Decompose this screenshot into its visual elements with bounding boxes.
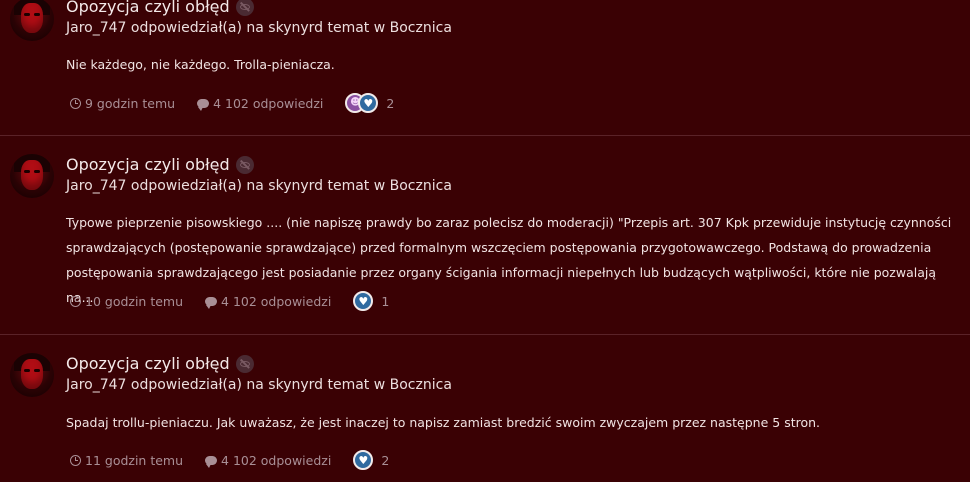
heart-icon: ♥ [353, 450, 374, 470]
comment-icon [197, 98, 210, 111]
reactions[interactable]: ♥ 2 [353, 450, 389, 470]
activity-feed: Opozycja czyli obłęd Jaro_747 odpowiedzi… [0, 0, 970, 482]
activity-item: Opozycja czyli obłęd Jaro_747 odpowiedzi… [0, 135, 970, 335]
post-time[interactable]: 11 godzin temu [70, 453, 183, 468]
reply-count: 4 102 odpowiedzi [205, 294, 331, 309]
topic-title-link[interactable]: Opozycja czyli obłęd [66, 155, 230, 174]
activity-meta: Jaro_747 odpowiedział(a) na skynyrd tema… [66, 20, 452, 36]
heart-icon: ♥ [358, 93, 379, 113]
clock-icon [70, 295, 81, 307]
avatar[interactable] [10, 353, 54, 397]
unread-status-icon [235, 0, 254, 16]
activity-item: Opozycja czyli obłęd Jaro_747 odpowiedzi… [0, 0, 970, 136]
topic-title-link[interactable]: Opozycja czyli obłęd [66, 354, 230, 373]
post-time[interactable]: 9 godzin temu [70, 96, 175, 111]
activity-meta: Jaro_747 odpowiedział(a) na skynyrd tema… [66, 178, 452, 194]
heart-icon: ♥ [353, 291, 374, 311]
reaction-count: 2 [386, 95, 395, 111]
unread-status-icon [235, 155, 254, 174]
avatar[interactable] [10, 154, 54, 198]
clock-icon [70, 97, 81, 109]
post-time[interactable]: 10 godzin temu [70, 294, 183, 309]
avatar[interactable] [10, 0, 54, 41]
reply-count: 4 102 odpowiedzi [205, 453, 331, 468]
reactions[interactable]: ♥ 1 [353, 291, 389, 311]
reactions[interactable]: ☻ ♥ 2 [345, 93, 394, 113]
reaction-count: 1 [381, 293, 390, 309]
clock-icon [70, 454, 81, 466]
reply-count: 4 102 odpowiedzi [197, 96, 323, 111]
activity-meta: Jaro_747 odpowiedział(a) na skynyrd tema… [66, 377, 452, 393]
post-excerpt: Spadaj trollu-pieniaczu. Jak uważasz, że… [66, 415, 821, 430]
comment-icon [205, 296, 218, 309]
comment-icon [205, 455, 218, 468]
unread-status-icon [235, 354, 254, 373]
activity-item: Opozycja czyli obłęd Jaro_747 odpowiedzi… [0, 334, 970, 482]
topic-title-link[interactable]: Opozycja czyli obłęd [66, 0, 230, 16]
reaction-count: 2 [381, 452, 390, 468]
post-excerpt: Nie każdego, nie każdego. Trolla-pieniac… [66, 57, 335, 72]
